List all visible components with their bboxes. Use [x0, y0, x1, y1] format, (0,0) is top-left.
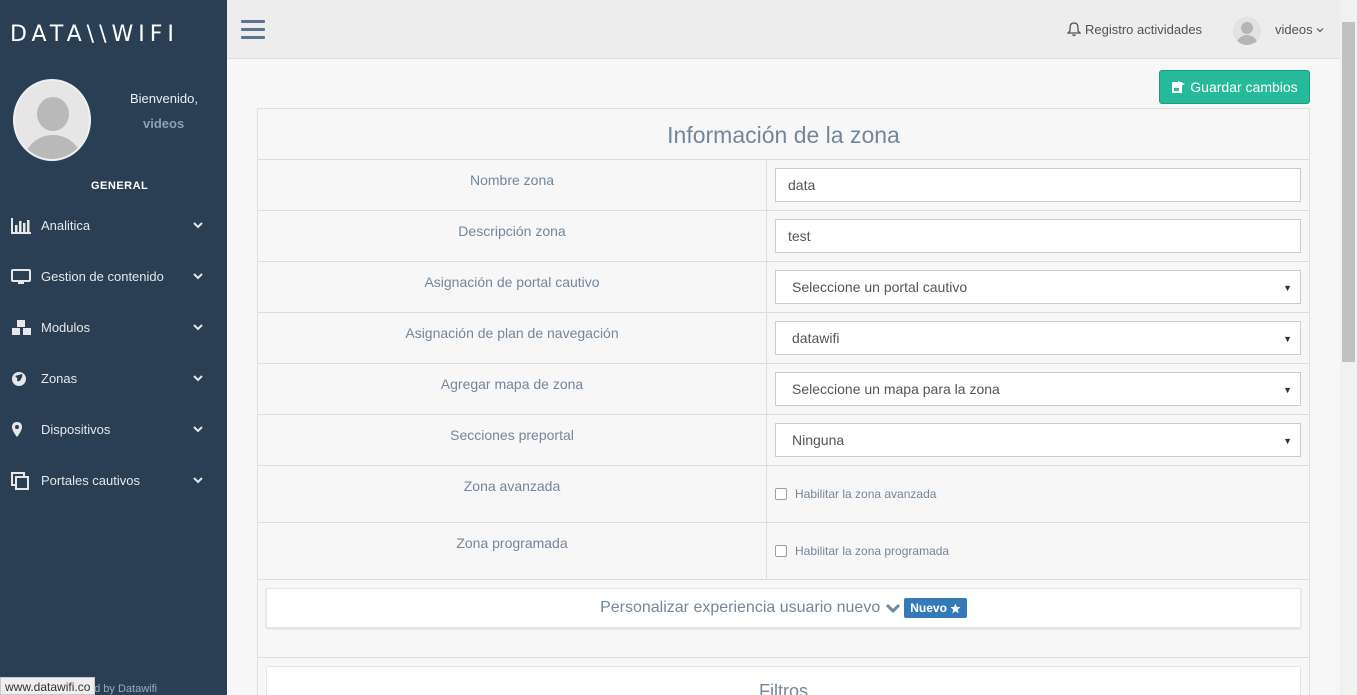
footer-credit: ed by Datawifi: [88, 683, 158, 695]
field-label: Zona avanzada: [258, 466, 767, 522]
row-zona-avanzada: Zona avanzada Habilitar la zona avanzada: [258, 466, 1309, 523]
field-label: Nombre zona: [258, 160, 767, 210]
activity-log-link[interactable]: Registro actividades: [1067, 22, 1202, 37]
welcome-text: Bienvenido,: [130, 91, 198, 106]
captive-portal-select[interactable]: Seleccione un portal cautivo ▼: [775, 270, 1301, 304]
advanced-zone-checkbox[interactable]: [775, 488, 787, 500]
row-secciones-preportal: Secciones preportal Ninguna ▼: [258, 415, 1309, 466]
select-arrow-icon: ▼: [1283, 385, 1292, 395]
advanced-zone-option: Habilitar la zona avanzada: [775, 466, 936, 522]
scrollbar-thumb[interactable]: [1342, 22, 1355, 362]
bar-chart-icon: [11, 217, 35, 235]
divider: [258, 657, 1309, 658]
bell-icon: [1067, 22, 1081, 37]
status-bar-url: www.datawifi.co: [0, 677, 96, 695]
sidebar-item-dispositivos[interactable]: Dispositivos: [0, 404, 227, 455]
select-arrow-icon: ▼: [1283, 334, 1292, 344]
chevron-down-icon: [193, 426, 203, 433]
map-marker-icon: [11, 421, 35, 439]
chevron-down-icon: [193, 375, 203, 382]
field-label: Descripción zona: [258, 211, 767, 261]
user-menu-label: videos: [1275, 22, 1313, 37]
sidebar-username: videos: [143, 116, 185, 131]
panel-title: Información de la zona: [258, 109, 1309, 160]
customize-new-user-toggle[interactable]: Personalizar experiencia usuario nuevo N…: [266, 588, 1301, 628]
monitor-icon: [11, 268, 35, 286]
sidebar-item-label: Analitica: [41, 218, 91, 233]
checkbox-label: Habilitar la zona avanzada: [795, 487, 937, 501]
row-descripcion-zona: Descripción zona test: [258, 211, 1309, 262]
sidebar-item-label: Modulos: [41, 320, 91, 335]
select-value: datawifi: [792, 330, 840, 346]
sidebar-item-modulos[interactable]: Modulos: [0, 302, 227, 353]
zone-description-input[interactable]: test: [775, 219, 1301, 253]
customize-label: Personalizar experiencia usuario nuevo: [600, 599, 881, 616]
sidebar-menu: Analitica Gestion de contenido Modulos Z…: [0, 200, 227, 506]
sidebar-item-portales-cautivos[interactable]: Portales cautivos: [0, 455, 227, 506]
chevron-down-icon: [193, 477, 203, 484]
activity-log-label: Registro actividades: [1085, 22, 1203, 37]
brand-logo[interactable]: DATA\\WIFI: [10, 22, 179, 47]
sidebar: DATA\\WIFI Bienvenido, videos GENERAL An…: [0, 0, 227, 695]
chevron-down-icon: [193, 222, 203, 229]
chevron-down-icon: [193, 324, 203, 331]
new-badge: Nuevo: [904, 598, 967, 618]
row-plan-navegacion: Asignación de plan de navegación datawif…: [258, 313, 1309, 364]
field-label: Asignación de plan de navegación: [258, 313, 767, 363]
menu-section-title: GENERAL: [91, 180, 149, 192]
sidebar-item-zonas[interactable]: Zonas: [0, 353, 227, 404]
select-value: Seleccione un mapa para la zona: [792, 381, 1000, 397]
scheduled-zone-checkbox[interactable]: [775, 545, 787, 557]
zone-name-input[interactable]: data: [775, 168, 1301, 202]
sidebar-item-label: Gestion de contenido: [41, 269, 164, 284]
sidebar-item-label: Portales cautivos: [41, 473, 140, 488]
page-scrollbar[interactable]: [1340, 0, 1357, 695]
top-navbar: Registro actividades videos: [227, 0, 1357, 59]
row-portal-cautivo: Asignación de portal cautivo Seleccione …: [258, 262, 1309, 313]
select-value: Ninguna: [792, 432, 845, 448]
user-avatar[interactable]: [1233, 17, 1261, 45]
menu-toggle-icon[interactable]: [241, 20, 265, 40]
profile-avatar: [13, 79, 91, 161]
zone-info-panel: Información de la zona Nombre zona data …: [257, 108, 1310, 695]
sidebar-item-gestion-contenido[interactable]: Gestion de contenido: [0, 251, 227, 302]
select-value: Seleccione un portal cautivo: [792, 279, 968, 295]
field-label: Agregar mapa de zona: [258, 364, 767, 414]
select-arrow-icon: ▼: [1283, 436, 1292, 446]
filters-section-header[interactable]: Filtros: [266, 666, 1301, 695]
row-nombre-zona: Nombre zona data: [258, 160, 1309, 211]
sidebar-item-label: Dispositivos: [41, 422, 111, 437]
save-button[interactable]: Guardar cambios: [1159, 70, 1310, 104]
star-icon: [950, 603, 961, 613]
chevron-down-icon: [886, 603, 901, 614]
badge-label: Nuevo: [910, 601, 947, 615]
clone-icon: [11, 471, 35, 490]
cubes-icon: [11, 319, 35, 337]
chevron-down-icon: [193, 273, 203, 280]
row-zona-programada: Zona programada Habilitar la zona progra…: [258, 523, 1309, 580]
preportal-sections-select[interactable]: Ninguna ▼: [775, 423, 1301, 457]
zone-map-select[interactable]: Seleccione un mapa para la zona ▼: [775, 372, 1301, 406]
save-button-label: Guardar cambios: [1190, 79, 1298, 95]
navigation-plan-select[interactable]: datawifi ▼: [775, 321, 1301, 355]
user-menu-toggle[interactable]: videos: [1275, 22, 1324, 37]
field-label: Zona programada: [258, 523, 767, 579]
field-label: Asignación de portal cautivo: [258, 262, 767, 312]
chevron-down-icon: [1316, 27, 1324, 32]
row-mapa-zona: Agregar mapa de zona Seleccione un mapa …: [258, 364, 1309, 415]
globe-icon: [11, 370, 35, 388]
sidebar-item-analitica[interactable]: Analitica: [0, 200, 227, 251]
checkbox-label: Habilitar la zona programada: [795, 544, 950, 558]
field-label: Secciones preportal: [258, 415, 767, 465]
save-share-icon: [1172, 81, 1186, 93]
select-arrow-icon: ▼: [1283, 283, 1292, 293]
sidebar-item-label: Zonas: [41, 371, 78, 386]
scheduled-zone-option: Habilitar la zona programada: [775, 523, 949, 579]
